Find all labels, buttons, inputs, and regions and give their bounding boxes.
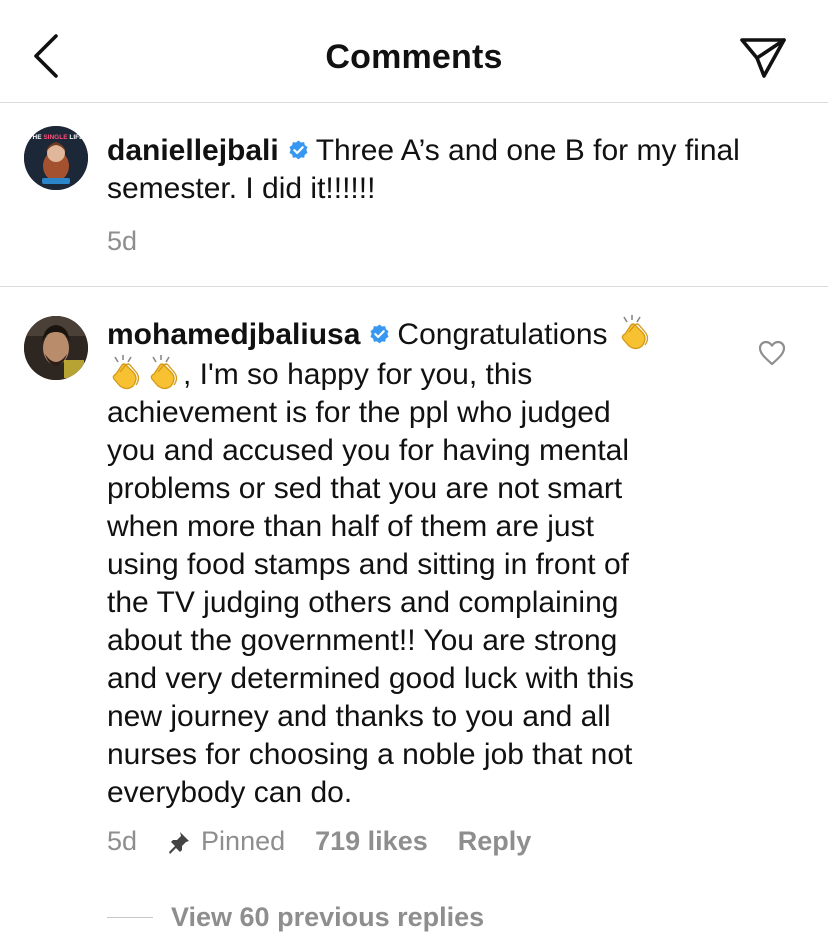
pinned-indicator: Pinned [167,826,285,857]
comment-line: problems or sed that you are not smart [107,472,623,505]
share-button[interactable] [738,36,788,80]
verified-badge-icon [370,324,389,344]
comment-username[interactable]: mohamedjbaliusa [107,318,360,351]
comment-text-after-claps: , I'm so happy for you, this [183,358,533,391]
comment-text: mohamedjbaliusa Congratulations , I'm so … [107,314,727,812]
caption-age: 5d [107,226,138,256]
likes-count[interactable]: 719 likes [315,826,428,857]
comment-line: when more than half of them are just [107,510,594,543]
pinned-label: Pinned [201,826,286,856]
comment-line: everybody can do. [107,776,353,809]
replies-divider-line [107,917,153,918]
comment-line: and very determined good luck with this [107,662,634,695]
page-title: Comments [325,38,503,76]
caption-line-2: semester. I did it!!!!!! [107,172,376,205]
comment-age: 5d [107,826,138,856]
clapping-hands-emoji-icon [112,355,140,390]
reply-button[interactable]: Reply [458,826,532,857]
verified-badge-icon [289,140,308,160]
caption-text: daniellejbali Three A’s and one B for my … [107,132,797,208]
caption-username[interactable]: daniellejbali [107,134,279,167]
comment-text-start: Congratulations [397,318,608,351]
like-comment-button[interactable] [758,340,786,366]
comment-line: you and accused you for having mental [107,434,629,467]
avatar-mohamedjbaliusa[interactable] [24,316,88,380]
comment-line: new journey and thanks to you and all [107,700,611,733]
profile-photo-icon [24,316,88,380]
comment-line: the TV judging others and complaining [107,586,619,619]
heart-outline-icon [758,340,786,366]
profile-photo-icon: THE SINGLE LIFE [24,126,88,190]
caption-line-1: Three A’s and one B for my final [315,134,740,167]
view-replies-button[interactable]: View 60 previous replies [107,902,484,933]
caption-meta: 5d [107,226,137,257]
pin-icon [169,831,190,854]
comment-line: using food stamps and sitting in front o… [107,548,629,581]
clapping-hands-emoji-icon [621,315,649,350]
comment-line: nurses for choosing a noble job that not [107,738,633,771]
comment-meta: 5d Pinned 719 likes Reply [107,826,561,857]
clapping-hands-emoji-icon [150,355,178,390]
avatar-show-logo: THE SINGLE LIFE [29,134,85,141]
comments-header: Comments [0,0,828,103]
view-replies-label: View 60 previous replies [171,902,485,932]
comment-line: about the government!! You are strong [107,624,618,657]
comment-line: achievement is for the ppl who judged [107,396,611,429]
avatar-daniellejbali[interactable]: THE SINGLE LIFE [24,126,88,190]
paper-plane-icon [740,38,786,78]
